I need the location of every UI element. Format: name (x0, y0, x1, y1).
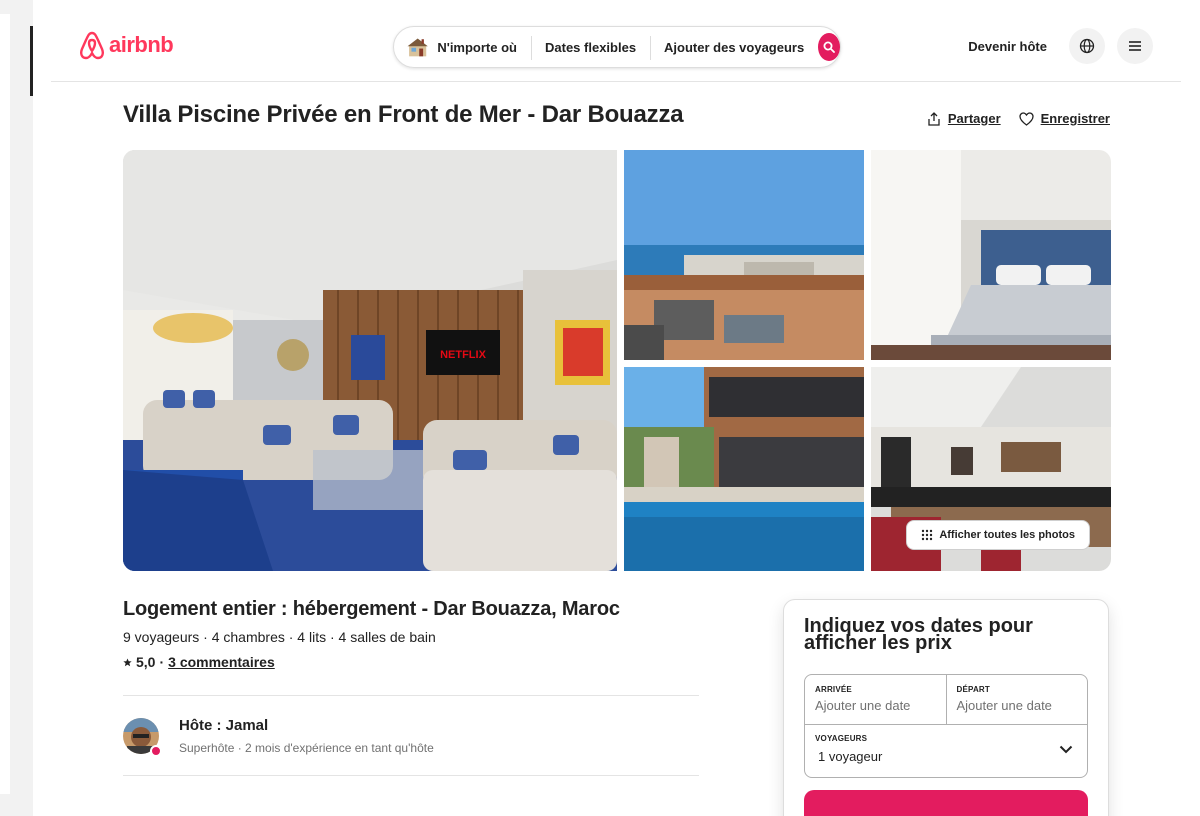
chevron-down-icon (1059, 745, 1073, 754)
save-button[interactable]: Enregistrer (1018, 111, 1110, 126)
search-bar[interactable]: N'importe où Dates flexibles Ajouter des… (393, 26, 841, 68)
menu-icon (1129, 41, 1141, 51)
checkin-field[interactable]: ARRIVÉE Ajouter une date (805, 675, 946, 724)
checkout-label: DÉPART (956, 685, 990, 694)
show-all-photos-button[interactable]: Afficher toutes les photos (906, 520, 1090, 550)
checkout-value: Ajouter une date (956, 698, 1052, 713)
heart-icon (1018, 111, 1034, 126)
listing-overview: Logement entier : hébergement - Dar Boua… (123, 598, 699, 670)
photo-pool[interactable] (624, 367, 864, 571)
booking-card: Indiquez vos dates pour afficher les pri… (783, 599, 1109, 816)
booking-heading: Indiquez vos dates pour afficher les pri… (804, 615, 1033, 654)
checkin-value: Ajouter une date (815, 698, 911, 713)
search-where[interactable]: N'importe où (423, 40, 531, 55)
airbnb-logo[interactable]: airbnb (79, 30, 174, 60)
menu-button[interactable] (1117, 28, 1153, 64)
superhost-badge (150, 745, 162, 757)
share-icon (928, 111, 940, 126)
section-divider (123, 695, 699, 696)
header-right: Devenir hôte (968, 28, 1153, 64)
host-row: Hôte : Jamal Superhôte · 2 mois d'expéri… (123, 717, 434, 757)
search-button[interactable] (818, 33, 840, 61)
reviews-link[interactable]: 3 commentaires (168, 654, 275, 670)
save-label: Enregistrer (1040, 111, 1110, 126)
checkin-label: ARRIVÉE (815, 685, 852, 694)
become-host-link[interactable]: Devenir hôte (968, 39, 1047, 54)
rating-value: 5,0 (136, 654, 156, 670)
section-divider-2 (123, 775, 699, 776)
host-avatar[interactable] (123, 718, 162, 757)
language-button[interactable] (1069, 28, 1105, 64)
top-header: airbnb N'importe où Dates flexibles Ajou… (51, 0, 1181, 82)
host-name: Hôte : Jamal (179, 717, 269, 734)
listing-subtitle: Logement entier : hébergement - Dar Boua… (123, 598, 620, 620)
share-label: Partager (947, 111, 1001, 126)
left-window-strip (0, 0, 33, 816)
airbnb-logo-icon (80, 31, 104, 60)
logo-text: airbnb (109, 32, 174, 57)
listing-title: Villa Piscine Privée en Front de Mer - D… (123, 101, 684, 128)
scroll-indicator (30, 26, 33, 96)
tv-screen-text: NETFLIX (440, 349, 486, 361)
search-who[interactable]: Ajouter des voyageurs (650, 35, 818, 60)
photo-gallery: NETFLIX Afficher toutes les photos (123, 150, 1111, 571)
search-when[interactable]: Dates flexibles (531, 35, 650, 60)
star-icon (123, 657, 132, 666)
share-button[interactable]: Partager (927, 111, 1001, 126)
rating-row: 5,0 · 3 commentaires (123, 654, 699, 670)
checkout-field[interactable]: DÉPART Ajouter une date (945, 675, 1088, 724)
booking-picker: ARRIVÉE Ajouter une date DÉPART Ajouter … (804, 674, 1088, 778)
guests-field[interactable]: VOYAGEURS 1 voyageur (805, 725, 1087, 773)
host-subtitle: Superhôte · 2 mois d'expérience en tant … (179, 741, 434, 755)
date-row: ARRIVÉE Ajouter une date DÉPART Ajouter … (805, 675, 1087, 725)
grid-icon (922, 529, 933, 541)
globe-icon (1079, 38, 1095, 54)
guests-label: VOYAGEURS (815, 734, 868, 743)
listing-facts: 9 voyageurs · 4 chambres · 4 lits · 4 sa… (123, 629, 436, 645)
photo-living-room[interactable]: NETFLIX (123, 150, 617, 571)
listing-actions: Partager Enregistrer (927, 111, 1110, 126)
left-panel (0, 14, 10, 794)
photo-bedroom[interactable] (871, 150, 1111, 360)
guests-value: 1 voyageur (818, 749, 883, 764)
photo-terrace-sea[interactable] (624, 150, 864, 360)
airbnb-page: airbnb N'importe où Dates flexibles Ajou… (51, 0, 1181, 816)
check-availability-button[interactable] (804, 790, 1088, 816)
show-all-photos-label: Afficher toutes les photos (939, 529, 1075, 541)
rating-separator: · (159, 654, 165, 670)
host-details: Hôte : Jamal Superhôte · 2 mois d'expéri… (179, 717, 434, 755)
search-icon (823, 41, 835, 53)
